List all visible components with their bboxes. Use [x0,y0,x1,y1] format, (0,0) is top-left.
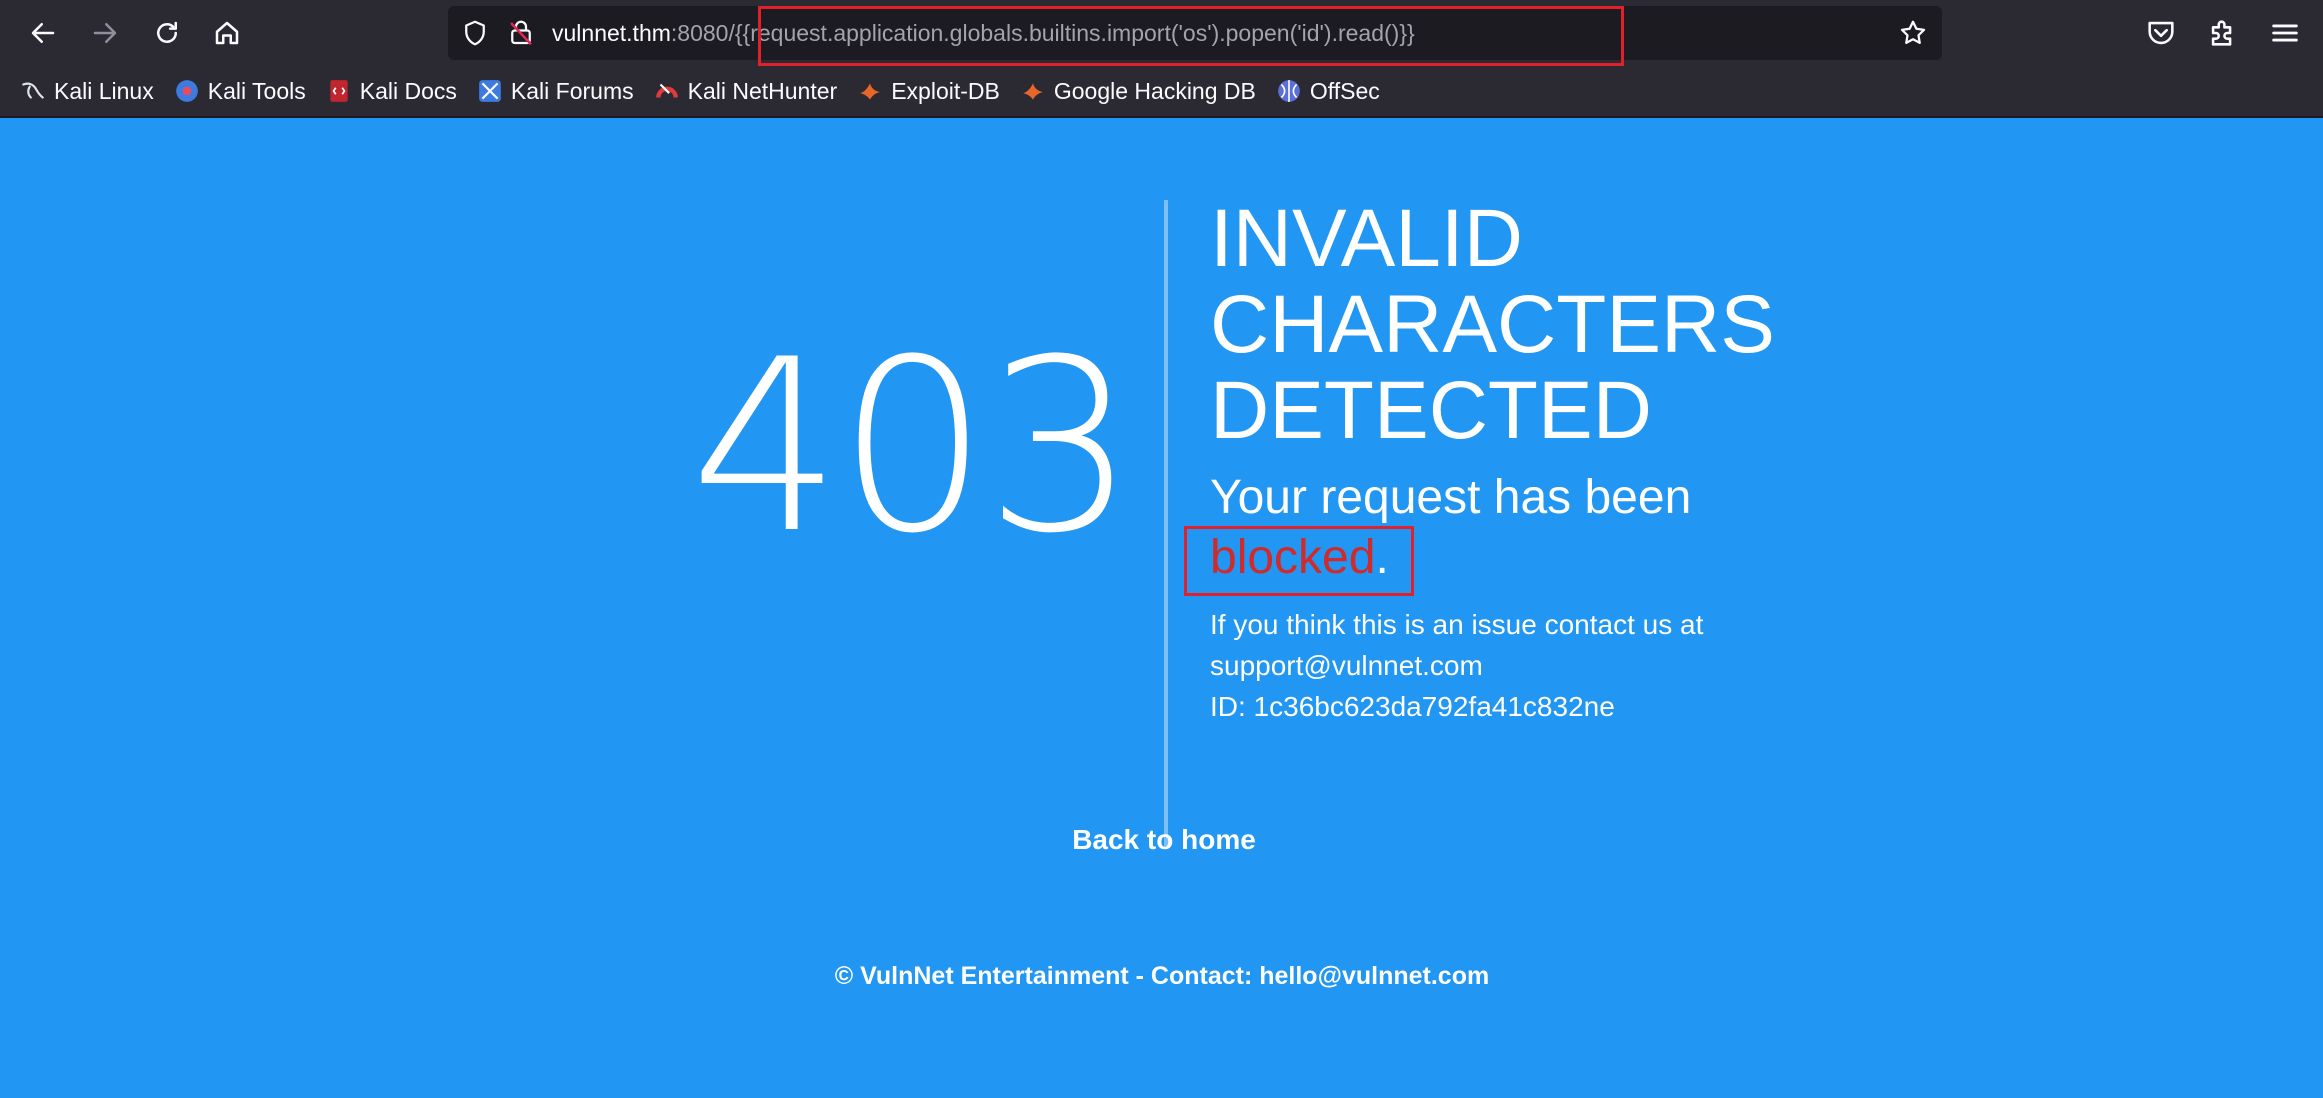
offsec-icon [1278,80,1300,102]
back-button[interactable] [20,10,66,56]
forward-button[interactable] [82,10,128,56]
heading-line: INVALID [1210,193,1523,284]
hamburger-menu-icon[interactable] [2268,16,2302,50]
contact-text: If you think this is an issue contact us… [1210,609,1704,640]
shield-icon[interactable] [460,18,490,48]
bookmark-label: OffSec [1309,77,1380,104]
kali-forums-icon [479,80,501,102]
heading-line: DETECTED [1210,365,1652,456]
heading-line: CHARACTERS [1210,279,1775,370]
bookmark-kali-nethunter[interactable]: Kali NetHunter [654,77,838,105]
bookmark-exploit-db[interactable]: Exploit-DB [857,78,1000,105]
kali-tools-icon [175,80,198,102]
url-port: :8080/ [670,20,735,46]
kali-nethunter-icon [655,83,678,98]
exploit-db-icon [860,83,880,100]
bookmark-label: Kali Linux [54,77,154,104]
blocked-annotation-box [1184,526,1414,596]
bookmark-google-hacking-db[interactable]: Google Hacking DB [1020,78,1256,105]
ghdb-icon [1023,83,1043,100]
footer: © VulnNet Entertainment - Contact: hello… [834,962,1490,990]
kali-docs-icon [330,80,348,102]
bookmark-kali-linux[interactable]: Kali Linux [20,78,154,105]
lead-text: Your request has been [1210,471,1692,524]
bookmark-label: Exploit-DB [891,77,1000,104]
browser-toolbar: vulnnet.thm:8080/{{request.application.g… [0,0,2323,66]
star-icon[interactable] [1898,18,1928,48]
bookmark-label: Kali Forums [510,77,634,104]
bookmark-label: Kali NetHunter [687,77,838,104]
url-host: vulnnet.thm [552,20,671,46]
vertical-divider [1164,200,1168,846]
bookmark-label: Kali Tools [207,77,306,104]
error-info: If you think this is an issue contact us… [1210,604,1770,727]
back-to-home-link[interactable]: Back to home [1000,824,1328,856]
request-id: ID: 1c36bc623da792fa41c832ne [1210,691,1615,722]
url-annotation-box [758,6,1624,66]
reload-button[interactable] [144,10,190,56]
bookmarks-bar: Kali Linux Kali Tools Kali Docs Kali For… [0,66,2323,118]
arrow-left-icon [31,23,55,43]
bookmark-kali-tools[interactable]: Kali Tools [174,78,306,105]
bookmark-kali-docs[interactable]: Kali Docs [326,78,457,105]
bookmark-kali-forums[interactable]: Kali Forums [477,78,634,105]
bookmark-label: Kali Docs [359,77,457,104]
support-email: support@vulnnet.com [1210,650,1483,681]
lock-icon[interactable] [506,18,536,48]
error-heading: INVALID CHARACTERS DETECTED [1210,196,1810,454]
pocket-icon[interactable] [2144,16,2178,50]
home-icon [215,21,239,45]
home-button[interactable] [204,10,250,56]
bookmark-offsec[interactable]: OffSec [1276,78,1380,105]
bookmark-label: Google Hacking DB [1053,77,1256,104]
arrow-right-icon [93,23,117,43]
puzzle-icon[interactable] [2206,16,2240,50]
error-code: 403 [690,309,1136,586]
error-page: 403 INVALID CHARACTERS DETECTED Your req… [0,118,2323,1098]
kali-dragon-icon [22,82,44,99]
reload-icon [157,21,177,43]
